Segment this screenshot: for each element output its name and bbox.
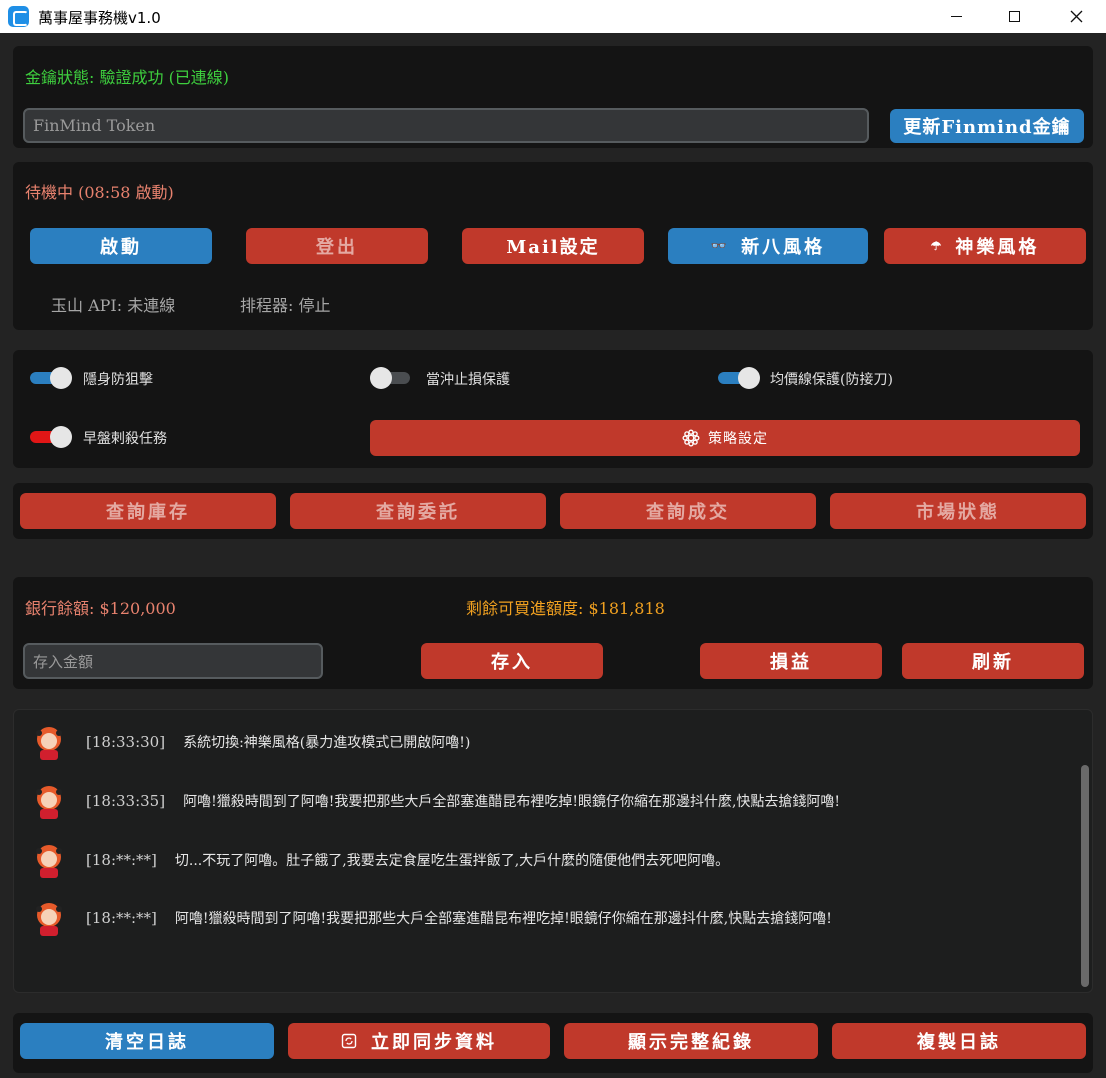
log-message: 阿嚕!獵殺時間到了阿嚕!我要把那些大戶全部塞進醋昆布裡吃掉!眼鏡仔你縮在那邊抖什… bbox=[183, 794, 841, 810]
log-message: 切...不玩了阿嚕。肚子餓了,我要去定食屋吃生蛋拌飯了,大戶什麼的隨便他們去死吧… bbox=[174, 853, 730, 869]
standby-status: 待機中 (08:58 啟動) bbox=[25, 183, 174, 202]
toggle-knob bbox=[50, 426, 72, 448]
gear-icon bbox=[682, 429, 700, 447]
avatar-icon bbox=[36, 727, 62, 760]
buying-power: 剩餘可買進額度: $181,818 bbox=[466, 599, 665, 618]
maximize-button[interactable] bbox=[984, 0, 1044, 33]
window-title: 萬事屋事務機v1.0 bbox=[38, 9, 161, 27]
log-time: [18:33:35] bbox=[86, 792, 166, 810]
deposit-button[interactable]: 存入 bbox=[421, 643, 603, 679]
close-button[interactable] bbox=[1046, 0, 1106, 33]
token-status: 金鑰狀態: 驗證成功 (已連線) bbox=[25, 68, 230, 87]
log-time: [18:33:30] bbox=[86, 733, 166, 751]
show-full-log-button[interactable]: 顯示完整紀錄 bbox=[564, 1023, 818, 1059]
maximize-icon bbox=[1008, 11, 1020, 22]
log-entry: [18:33:30] 系統切換:神樂風格(暴力進攻模式已開啟阿嚕!) bbox=[30, 722, 470, 762]
title-bar: 萬事屋事務機v1.0 bbox=[0, 0, 1106, 33]
stealth-snipe-label: 隱身防狙擊 bbox=[83, 372, 153, 388]
toggle-knob bbox=[738, 367, 760, 389]
strategy-settings-button[interactable]: 策略設定 bbox=[370, 420, 1080, 456]
ma-protect-toggle[interactable] bbox=[718, 367, 764, 389]
log-scrollbar[interactable] bbox=[1081, 765, 1089, 987]
mail-settings-button[interactable]: Mail設定 bbox=[462, 228, 644, 264]
close-icon bbox=[1070, 10, 1082, 23]
toggle-knob bbox=[50, 367, 72, 389]
shinpachi-style-button[interactable]: 👓 新八風格 bbox=[668, 228, 868, 264]
query-deals-button[interactable]: 查詢成交 bbox=[560, 493, 816, 529]
query-inventory-button[interactable]: 查詢庫存 bbox=[20, 493, 276, 529]
market-status-button[interactable]: 市場狀態 bbox=[830, 493, 1086, 529]
copy-log-button[interactable]: 複製日誌 bbox=[832, 1023, 1086, 1059]
log-entry: [18:**:**] 阿嚕!獵殺時間到了阿嚕!我要把那些大戶全部塞進醋昆布裡吃掉… bbox=[30, 898, 832, 938]
ma-protect-label: 均價線保護(防接刀) bbox=[770, 372, 893, 388]
kagura-style-label: 神樂風格 bbox=[955, 237, 1040, 258]
avatar-icon bbox=[36, 786, 62, 819]
daytrade-stoploss-toggle[interactable] bbox=[370, 367, 416, 389]
update-token-button[interactable]: 更新Finmind金鑰 bbox=[890, 109, 1084, 143]
morning-kill-label: 早盤剌殺任務 bbox=[83, 431, 167, 447]
api-status: 玉山 API: 未連線 bbox=[51, 296, 176, 315]
log-time: [18:**:**] bbox=[86, 909, 157, 927]
sync-now-label: 立即同步資料 bbox=[371, 1032, 497, 1053]
minimize-icon bbox=[950, 16, 962, 17]
avatar-icon bbox=[36, 845, 62, 878]
morning-kill-toggle[interactable] bbox=[30, 426, 76, 448]
shinpachi-style-label: 新八風格 bbox=[741, 237, 826, 258]
logout-button[interactable]: 登出 bbox=[246, 228, 428, 264]
minimize-button[interactable] bbox=[926, 0, 986, 33]
glasses-icon: 👓 bbox=[710, 238, 728, 254]
log-entry: [18:**:**] 切...不玩了阿嚕。肚子餓了,我要去定食屋吃生蛋拌飯了,大… bbox=[30, 840, 729, 880]
query-orders-button[interactable]: 查詢委託 bbox=[290, 493, 546, 529]
pnl-button[interactable]: 損益 bbox=[700, 643, 882, 679]
bank-balance: 銀行餘額: $120,000 bbox=[25, 599, 176, 618]
log-entry: [18:33:35] 阿嚕!獵殺時間到了阿嚕!我要把那些大戶全部塞進醋昆布裡吃掉… bbox=[30, 781, 840, 821]
log-message: 阿嚕!獵殺時間到了阿嚕!我要把那些大戶全部塞進醋昆布裡吃掉!眼鏡仔你縮在那邊抖什… bbox=[174, 911, 832, 927]
deposit-input[interactable]: 存入金額 bbox=[23, 643, 323, 679]
sync-icon bbox=[341, 1033, 357, 1049]
strategy-settings-label: 策略設定 bbox=[708, 431, 768, 447]
avatar-icon bbox=[36, 903, 62, 936]
log-message: 系統切換:神樂風格(暴力進攻模式已開啟阿嚕!) bbox=[183, 735, 471, 751]
kagura-style-button[interactable]: ☂ 神樂風格 bbox=[884, 228, 1086, 264]
toggle-knob bbox=[370, 367, 392, 389]
log-time: [18:**:**] bbox=[86, 851, 157, 869]
start-button[interactable]: 啟動 bbox=[30, 228, 212, 264]
app-icon bbox=[8, 6, 29, 27]
umbrella-icon: ☂ bbox=[930, 239, 942, 253]
scheduler-status: 排程器: 停止 bbox=[240, 296, 331, 315]
sync-now-button[interactable]: 立即同步資料 bbox=[288, 1023, 550, 1059]
token-input[interactable]: FinMind Token bbox=[23, 108, 869, 143]
daytrade-stoploss-label: 當沖止損保護 bbox=[426, 372, 510, 388]
stealth-snipe-toggle[interactable] bbox=[30, 367, 76, 389]
clear-log-button[interactable]: 清空日誌 bbox=[20, 1023, 274, 1059]
refresh-button[interactable]: 刷新 bbox=[902, 643, 1084, 679]
